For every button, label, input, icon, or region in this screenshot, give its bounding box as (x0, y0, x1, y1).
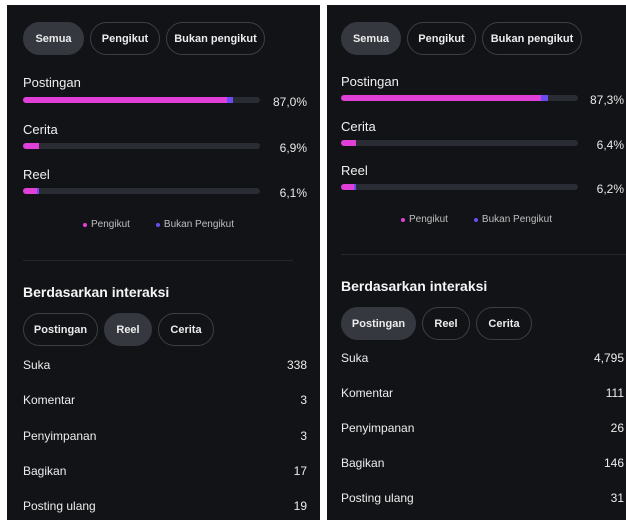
non-follower-bar-segment (541, 95, 548, 101)
tab-semua[interactable]: Semua (23, 22, 84, 55)
row-label-bagikan: Bagikan (341, 456, 385, 470)
metric-percent-postingan: 87,0% (272, 95, 307, 109)
row-label-komentar: Komentar (23, 393, 76, 407)
tab-cerita[interactable]: Cerita (476, 307, 532, 340)
row-value-penyimpanan: 3 (300, 429, 307, 443)
metric-label-reel: Reel (341, 163, 368, 178)
legend-follower: Pengikut (83, 219, 130, 230)
divider (23, 260, 293, 261)
insights-panel-right: Semua Pengikut Bukan pengikut Postingan … (327, 5, 626, 520)
follower-bar-segment (23, 143, 39, 149)
divider (341, 254, 626, 255)
follower-bar-segment (23, 97, 227, 103)
metric-percent-reel: 6,1% (279, 186, 307, 200)
follower-bar-segment (341, 140, 356, 146)
audience-filter-tabs: Semua Pengikut Bukan pengikut (23, 22, 271, 55)
chart-legend: Pengikut Bukan Pengikut (83, 219, 260, 230)
metric-bar-reel (23, 188, 260, 194)
row-label-bagikan: Bagikan (23, 464, 67, 478)
legend-follower-label: Pengikut (91, 219, 130, 230)
tab-postingan[interactable]: Postingan (341, 307, 416, 340)
legend-follower: Pengikut (401, 214, 448, 225)
pink-dot-icon (83, 222, 87, 227)
insights-panel-left: Semua Pengikut Bukan pengikut Postingan … (7, 5, 320, 520)
row-label-posting-ulang: Posting ulang (23, 499, 96, 513)
audience-filter-tabs: Semua Pengikut Bukan pengikut (341, 22, 588, 55)
metric-bar-cerita (341, 140, 578, 146)
tab-semua[interactable]: Semua (341, 22, 401, 55)
row-value-bagikan: 146 (603, 456, 624, 470)
non-follower-bar-segment (37, 188, 39, 194)
tab-cerita[interactable]: Cerita (158, 313, 214, 346)
section-title-interaction: Berdasarkan interaksi (23, 284, 170, 300)
pink-dot-icon (401, 217, 405, 222)
row-value-komentar: 111 (605, 386, 624, 400)
metric-label-postingan: Postingan (341, 74, 399, 89)
tab-reel[interactable]: Reel (422, 307, 470, 340)
row-label-posting-ulang: Posting ulang (341, 491, 414, 505)
legend-non-follower-label: Bukan Pengikut (163, 219, 234, 230)
purple-dot-icon (473, 217, 478, 222)
section-title-interaction: Berdasarkan interaksi (341, 278, 488, 294)
legend-non-follower-label: Bukan Pengikut (481, 214, 552, 225)
legend-non-follower: Bukan Pengikut (155, 219, 234, 230)
tab-bukan-pengikut[interactable]: Bukan pengikut (482, 22, 582, 55)
tab-reel[interactable]: Reel (104, 313, 152, 346)
metric-label-reel: Reel (23, 167, 50, 182)
row-label-suka: Suka (341, 351, 369, 365)
follower-bar-segment (341, 95, 541, 101)
metric-percent-postingan: 87,3% (589, 93, 624, 107)
interaction-filter-tabs: Postingan Reel Cerita (23, 313, 220, 346)
row-value-suka: 338 (286, 358, 307, 372)
metric-label-postingan: Postingan (23, 75, 81, 90)
tab-postingan[interactable]: Postingan (23, 313, 98, 346)
metric-label-cerita: Cerita (341, 119, 376, 134)
follower-bar-segment (341, 184, 354, 190)
metric-label-cerita: Cerita (23, 122, 58, 137)
row-value-komentar: 3 (300, 393, 307, 407)
chart-legend: Pengikut Bukan Pengikut (401, 214, 578, 225)
metric-percent-cerita: 6,4% (596, 138, 624, 152)
legend-follower-label: Pengikut (409, 214, 448, 225)
metric-bar-cerita (23, 143, 260, 149)
purple-dot-icon (155, 222, 160, 227)
metric-bar-reel (341, 184, 578, 190)
metric-bar-postingan (23, 97, 260, 103)
tab-bukan-pengikut[interactable]: Bukan pengikut (166, 22, 265, 55)
metric-bar-postingan (341, 95, 578, 101)
follower-bar-segment (23, 188, 37, 194)
row-value-suka: 4,795 (593, 351, 624, 365)
non-follower-bar-segment (354, 184, 356, 190)
row-value-penyimpanan: 26 (610, 421, 624, 435)
metric-percent-reel: 6,2% (596, 182, 624, 196)
row-value-posting-ulang: 31 (610, 491, 624, 505)
tab-pengikut[interactable]: Pengikut (407, 22, 476, 55)
row-value-posting-ulang: 19 (293, 499, 307, 513)
row-label-suka: Suka (23, 358, 51, 372)
row-label-penyimpanan: Penyimpanan (23, 429, 97, 443)
tab-pengikut[interactable]: Pengikut (90, 22, 160, 55)
metric-percent-cerita: 6,9% (279, 141, 307, 155)
interaction-filter-tabs: Postingan Reel Cerita (341, 307, 538, 340)
row-label-komentar: Komentar (341, 386, 394, 400)
row-label-penyimpanan: Penyimpanan (341, 421, 415, 435)
non-follower-bar-segment (227, 97, 233, 103)
legend-non-follower: Bukan Pengikut (473, 214, 552, 225)
row-value-bagikan: 17 (293, 464, 307, 478)
